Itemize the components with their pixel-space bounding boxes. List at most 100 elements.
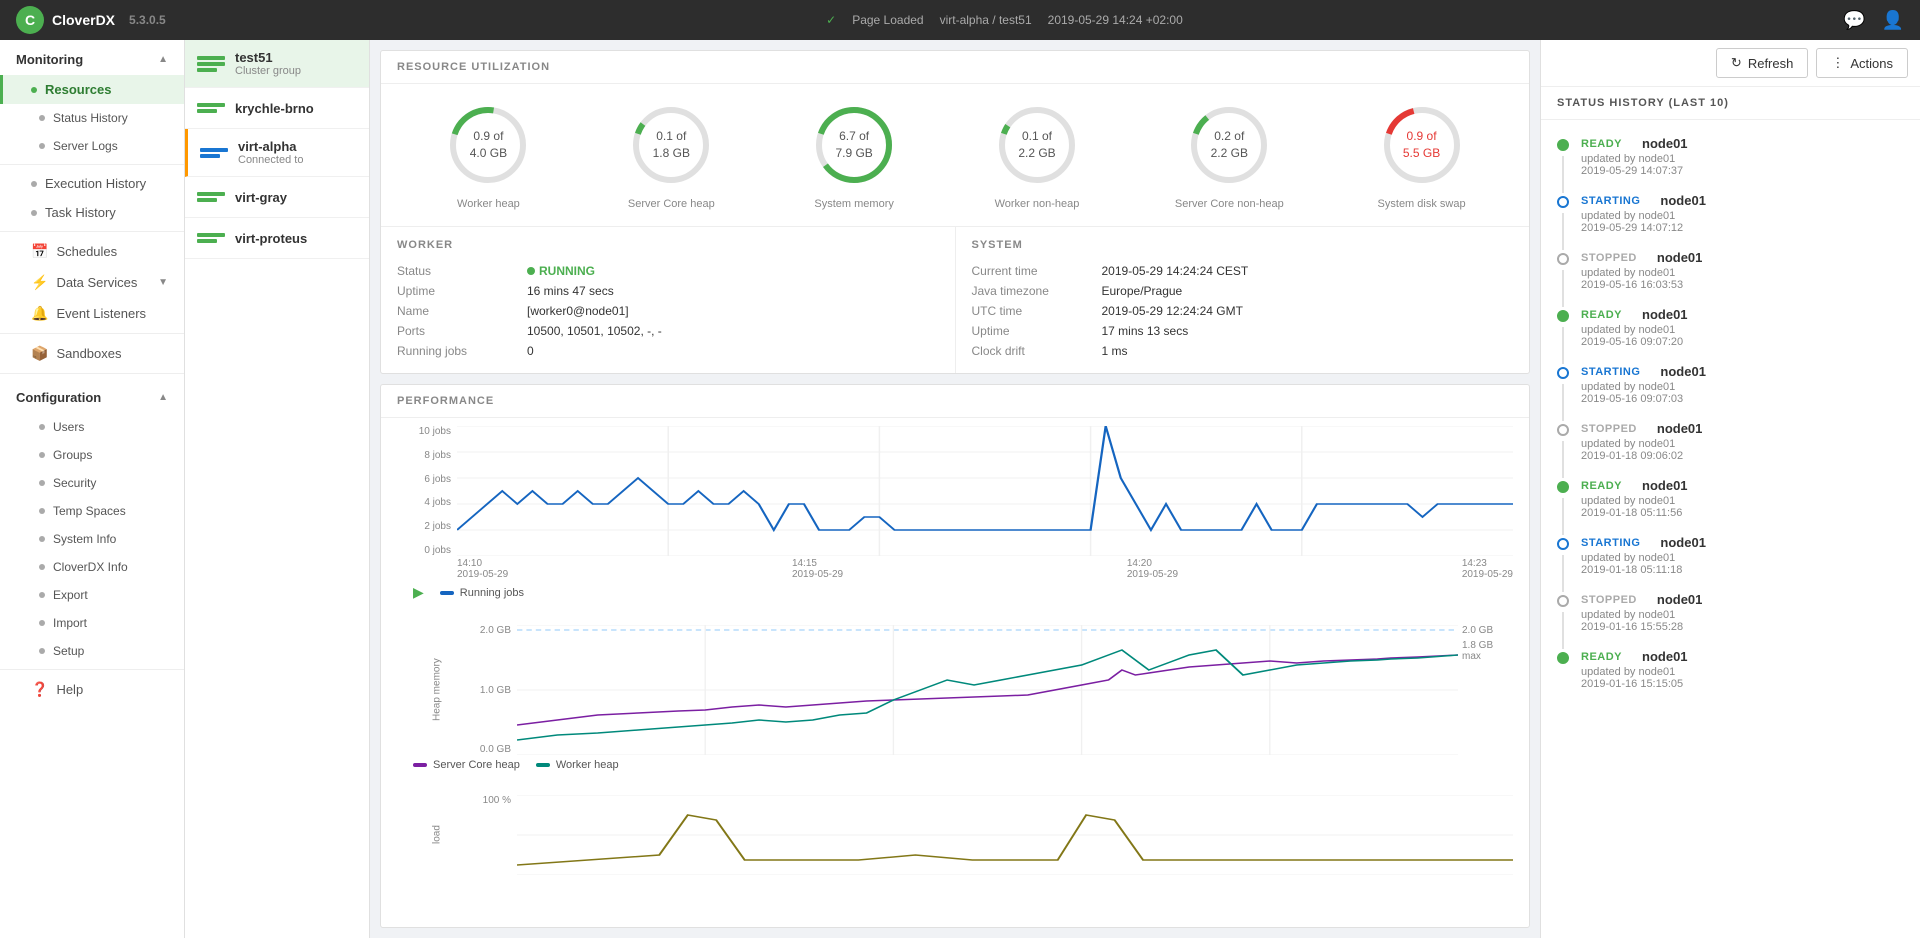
sidebar-item-users[interactable]: Users — [0, 413, 184, 441]
topbar-center: ✓ Page Loaded virt-alpha / test51 2019-0… — [166, 13, 1843, 27]
chart3-container: load 100 % — [397, 795, 1513, 875]
sidebar-item-cloverdx-info[interactable]: CloverDX Info — [0, 553, 184, 581]
gauge-server-core-non-heap-label: Server Core non-heap — [1175, 198, 1284, 210]
main-content: RESOURCE UTILIZATION 0.9 of 4.0 GB — [370, 40, 1540, 938]
sidebar-item-system-info[interactable]: System Info — [0, 525, 184, 553]
gauge-worker-heap: 0.9 of 4.0 GB Worker heap — [443, 100, 533, 210]
data-services-icon: ⚡ — [31, 274, 48, 291]
timeline-content-8: STOPPED node01 updated by node01 2019-01… — [1581, 592, 1904, 633]
sidebar-item-security[interactable]: Security — [0, 469, 184, 497]
cluster-test51-sub: Cluster group — [235, 65, 301, 77]
timeline-row-2: STOPPED node01 — [1581, 250, 1904, 265]
timeline-node-3: node01 — [1642, 307, 1688, 322]
system-java-tz-value: Europe/Prague — [1102, 281, 1514, 301]
sidebar-item-sandboxes[interactable]: 📦 Sandboxes — [0, 338, 184, 369]
sidebar-item-groups[interactable]: Groups — [0, 441, 184, 469]
chat-icon[interactable]: 💬 — [1843, 10, 1865, 31]
worker-running-jobs-value: 0 — [527, 341, 939, 361]
chart2-legend-label2: Worker heap — [556, 759, 619, 771]
timeline-status-9: READY — [1581, 651, 1622, 663]
timeline-date-2: 2019-05-16 16:03:53 — [1581, 279, 1904, 291]
chart1-y8: 8 jobs — [397, 450, 451, 461]
app-name: CloverDX — [52, 12, 115, 28]
gauge-system-disk-swap-label: System disk swap — [1378, 198, 1466, 210]
cluster-virt-gray[interactable]: virt-gray — [185, 177, 369, 218]
chart2-ymid: 1.0 GB — [477, 685, 511, 696]
sidebar-item-status-history[interactable]: Status History — [0, 104, 184, 132]
exec-history-label: Execution History — [45, 176, 146, 191]
status-running-dot — [527, 267, 535, 275]
users-label: Users — [53, 420, 84, 434]
sidebar-divider-4 — [0, 373, 184, 374]
worker-ports-label: Ports — [397, 321, 527, 341]
resources-dot — [31, 87, 37, 93]
system-clock-drift-value: 1 ms — [1102, 341, 1514, 361]
user-icon[interactable]: 👤 — [1882, 10, 1904, 31]
system-java-tz-row: Java timezone Europe/Prague — [972, 281, 1514, 301]
timeline-node-7: node01 — [1660, 535, 1706, 550]
sidebar-item-data-services[interactable]: ⚡ Data Services ▼ — [0, 267, 184, 298]
setup-dot — [39, 648, 45, 654]
load-chart-wrapper: load 100 % — [381, 787, 1529, 883]
sidebar-item-server-logs[interactable]: Server Logs — [0, 132, 184, 160]
cluster-virt-alpha[interactable]: virt-alpha Connected to — [185, 129, 369, 177]
import-dot — [39, 620, 45, 626]
monitoring-header[interactable]: Monitoring ▲ — [0, 40, 184, 75]
status-timeline: READY node01 updated by node01 2019-05-2… — [1541, 120, 1920, 938]
status-history-label: Status History — [53, 111, 128, 125]
timeline-row-7: STARTING node01 — [1581, 535, 1904, 550]
chart1-legend-color — [440, 591, 454, 595]
monitoring-section: Monitoring ▲ Resources Status History Se… — [0, 40, 184, 160]
gauge-server-core-non-heap: 0.2 of 2.2 GB Server Core non-heap — [1175, 100, 1284, 210]
actions-button[interactable]: ⋮ Actions — [1816, 48, 1908, 78]
chart1-y10: 10 jobs — [397, 426, 451, 437]
worker-running-jobs-row: Running jobs 0 — [397, 341, 939, 361]
chart1-y6: 6 jobs — [397, 474, 451, 485]
cluster-krychle-brno[interactable]: krychle-brno — [185, 88, 369, 129]
app-logo[interactable]: C CloverDX 5.3.0.5 — [16, 6, 166, 34]
timeline-item-4: STARTING node01 updated by node01 2019-0… — [1541, 356, 1920, 413]
gauge-server-core-non-heap-text: 0.2 of 2.2 GB — [1211, 128, 1248, 162]
timeline-dot-6 — [1557, 481, 1569, 493]
chart1-y4: 4 jobs — [397, 497, 451, 508]
timeline-date-6: 2019-01-18 05:11:56 — [1581, 507, 1904, 519]
timeline-row-3: READY node01 — [1581, 307, 1904, 322]
sidebar-item-import[interactable]: Import — [0, 609, 184, 637]
info-row: WORKER Status RUNNING — [381, 226, 1529, 373]
configuration-header[interactable]: Configuration ▲ — [0, 378, 184, 413]
refresh-label: Refresh — [1748, 56, 1794, 71]
sidebar-item-setup[interactable]: Setup — [0, 637, 184, 665]
worker-name-row: Name [worker0@node01] — [397, 301, 939, 321]
timeline-item-7: STARTING node01 updated by node01 2019-0… — [1541, 527, 1920, 584]
temp-spaces-dot — [39, 508, 45, 514]
gauge-system-memory-label: System memory — [814, 198, 893, 210]
cluster-virt-proteus-name: virt-proteus — [235, 231, 307, 246]
sidebar-item-event-listeners[interactable]: 🔔 Event Listeners — [0, 298, 184, 329]
sidebar-item-schedules[interactable]: 📅 Schedules — [0, 236, 184, 267]
chart1-play-icon[interactable]: ▶ — [413, 584, 424, 601]
timestamp: 2019-05-29 14:24 +02:00 — [1048, 13, 1183, 27]
sidebar-item-help[interactable]: ❓ Help — [0, 674, 184, 705]
chart2-legend-color2 — [536, 763, 550, 767]
chart2-ymax-right: 2.0 GB — [1462, 625, 1513, 636]
cluster-virt-proteus-icon — [197, 228, 225, 248]
chart1-x1: 14:102019-05-29 — [457, 558, 508, 580]
sidebar-item-execution-history[interactable]: Execution History — [0, 169, 184, 198]
gauge-system-disk-swap-circle: 0.9 of 5.5 GB — [1377, 100, 1467, 190]
sidebar-item-resources[interactable]: Resources — [0, 75, 184, 104]
chart2-y-axis: 2.0 GB 1.0 GB 0.0 GB — [477, 625, 517, 755]
cluster-virt-proteus[interactable]: virt-proteus — [185, 218, 369, 259]
cluster-test51[interactable]: test51 Cluster group — [185, 40, 369, 88]
sidebar-item-temp-spaces[interactable]: Temp Spaces — [0, 497, 184, 525]
sidebar-item-task-history[interactable]: Task History — [0, 198, 184, 227]
chart2-y-label: Heap memory — [397, 625, 477, 755]
timeline-date-3: 2019-05-16 09:07:20 — [1581, 336, 1904, 348]
refresh-button[interactable]: ↻ Refresh — [1716, 48, 1808, 78]
timeline-node-1: node01 — [1660, 193, 1706, 208]
chart2-ymax: 2.0 GB — [477, 625, 511, 636]
chart2-area — [517, 625, 1458, 755]
worker-status-row: Status RUNNING — [397, 261, 939, 281]
sidebar-item-export[interactable]: Export — [0, 581, 184, 609]
gauge-system-memory: 6.7 of 7.9 GB System memory — [809, 100, 899, 210]
configuration-chevron: ▲ — [158, 392, 168, 403]
